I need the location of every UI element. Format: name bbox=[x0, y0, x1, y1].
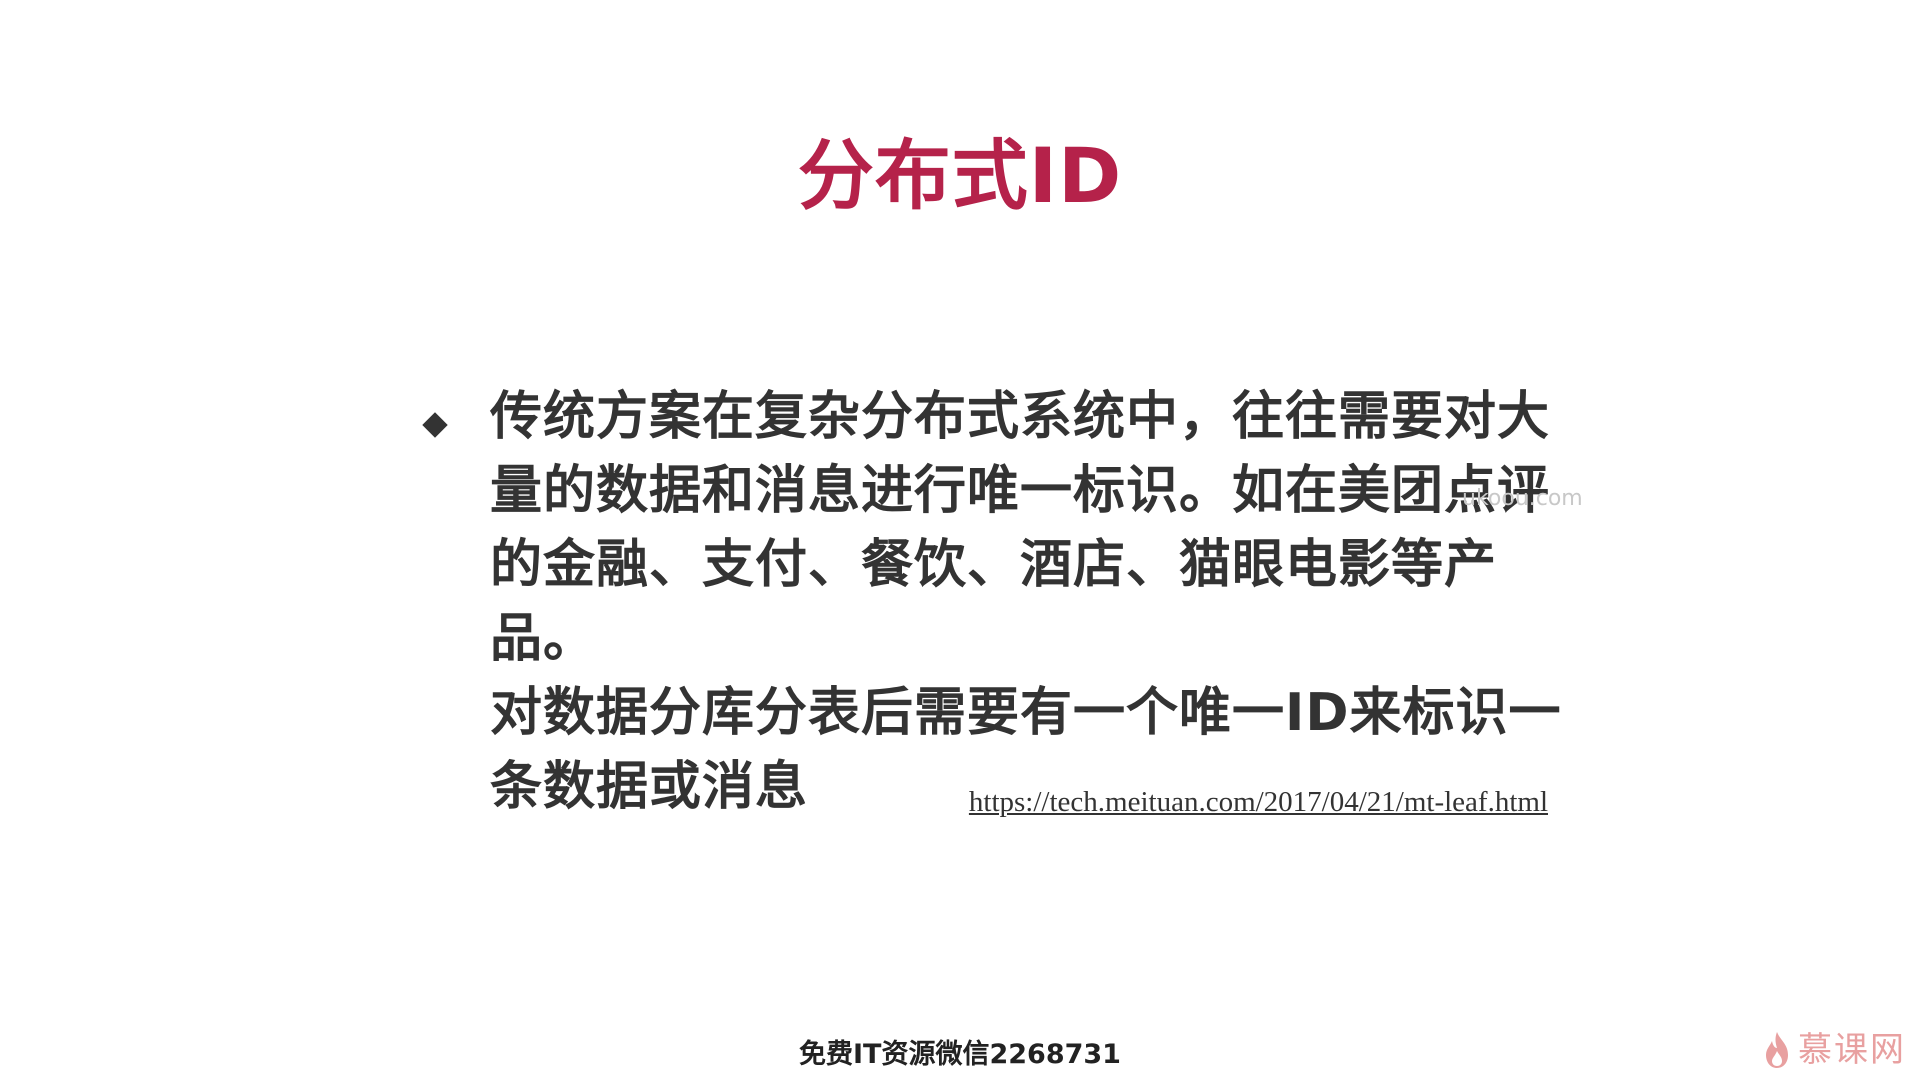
diamond-bullet-icon bbox=[422, 412, 448, 438]
site-watermark: ukoou.com bbox=[1462, 486, 1583, 511]
bullet-text: 传统方案在复杂分布式系统中，往往需要对大 量的数据和消息进行唯一标识。如在美团点… bbox=[490, 380, 1570, 824]
brand-name: 慕课网 bbox=[1798, 1030, 1906, 1070]
flame-logo-icon bbox=[1766, 1032, 1788, 1068]
bottom-watermark: 免费IT资源微信2268731 bbox=[799, 1039, 1121, 1070]
bullet-line: 对数据分库分表后需要有一个唯一ID来标识一 bbox=[490, 683, 1562, 743]
bullet-line: 量的数据和消息进行唯一标识。如在美团点评 bbox=[490, 461, 1551, 521]
slide: 分布式ID 传统方案在复杂分布式系统中，往往需要对大 量的数据和消息进行唯一标识… bbox=[0, 0, 1920, 1080]
bullet-line: 的金融、支付、餐饮、酒店、猫眼电影等产品。 bbox=[490, 535, 1498, 669]
bullet-line: 传统方案在复杂分布式系统中，往往需要对大 bbox=[490, 387, 1551, 447]
brand-logo: 慕课网 bbox=[1764, 1028, 1906, 1072]
slide-title: 分布式ID bbox=[797, 131, 1123, 220]
source-link[interactable]: https://tech.meituan.com/2017/04/21/mt-l… bbox=[969, 782, 1548, 822]
